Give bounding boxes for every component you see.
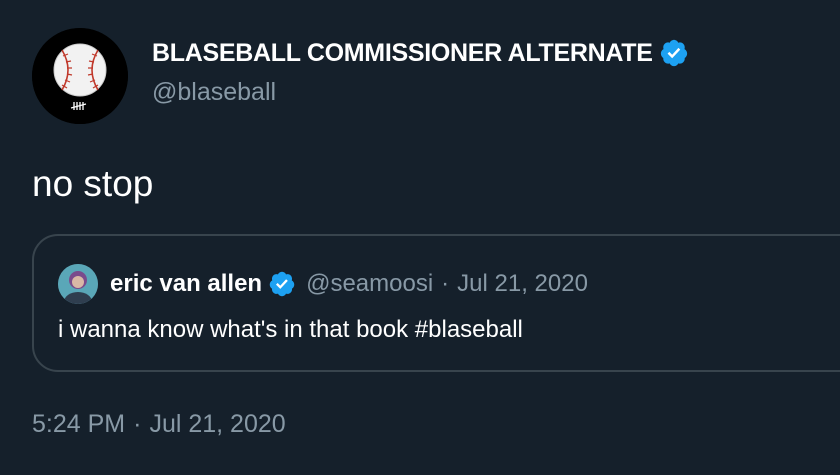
baseball-tally-icon — [32, 28, 128, 124]
tweet-timestamp[interactable]: 5:24 PM · Jul 21, 2020 — [32, 410, 286, 439]
author-avatar[interactable] — [32, 28, 128, 124]
quoted-tweet[interactable]: eric van allen @seamoosi · Jul 21, 2020 i … — [32, 234, 840, 372]
profile-photo — [58, 264, 98, 304]
tweet-text: no stop — [32, 163, 154, 204]
tweet-time: 5:24 PM — [32, 410, 126, 438]
verified-badge-icon — [268, 270, 296, 298]
meta-separator: · — [441, 270, 450, 297]
tweet-date: Jul 21, 2020 — [149, 410, 286, 438]
quoted-tweet-header: eric van allen @seamoosi · Jul 21, 2020 — [58, 264, 588, 304]
quoted-tweet-text: i wanna know what's in that book #blaseb… — [58, 316, 523, 343]
quoted-author-handle: @seamoosi — [306, 270, 434, 297]
author-display-name[interactable]: BLASEBALL COMMISSIONER ALTERNATE — [152, 39, 653, 68]
author-name-row: BLASEBALL COMMISSIONER ALTERNATE — [152, 38, 689, 68]
author-block: BLASEBALL COMMISSIONER ALTERNATE @blaseb… — [152, 38, 689, 107]
quoted-author-avatar[interactable] — [58, 264, 98, 304]
verified-badge-icon — [659, 38, 689, 68]
author-handle[interactable]: @blaseball — [152, 78, 689, 107]
quoted-tweet-meta: @seamoosi · Jul 21, 2020 — [306, 270, 588, 298]
tweet-card: BLASEBALL COMMISSIONER ALTERNATE @blaseb… — [0, 0, 840, 475]
timestamp-separator: · — [133, 410, 142, 438]
quoted-author-display-name: eric van allen — [110, 270, 263, 297]
quoted-tweet-date: Jul 21, 2020 — [457, 270, 588, 297]
